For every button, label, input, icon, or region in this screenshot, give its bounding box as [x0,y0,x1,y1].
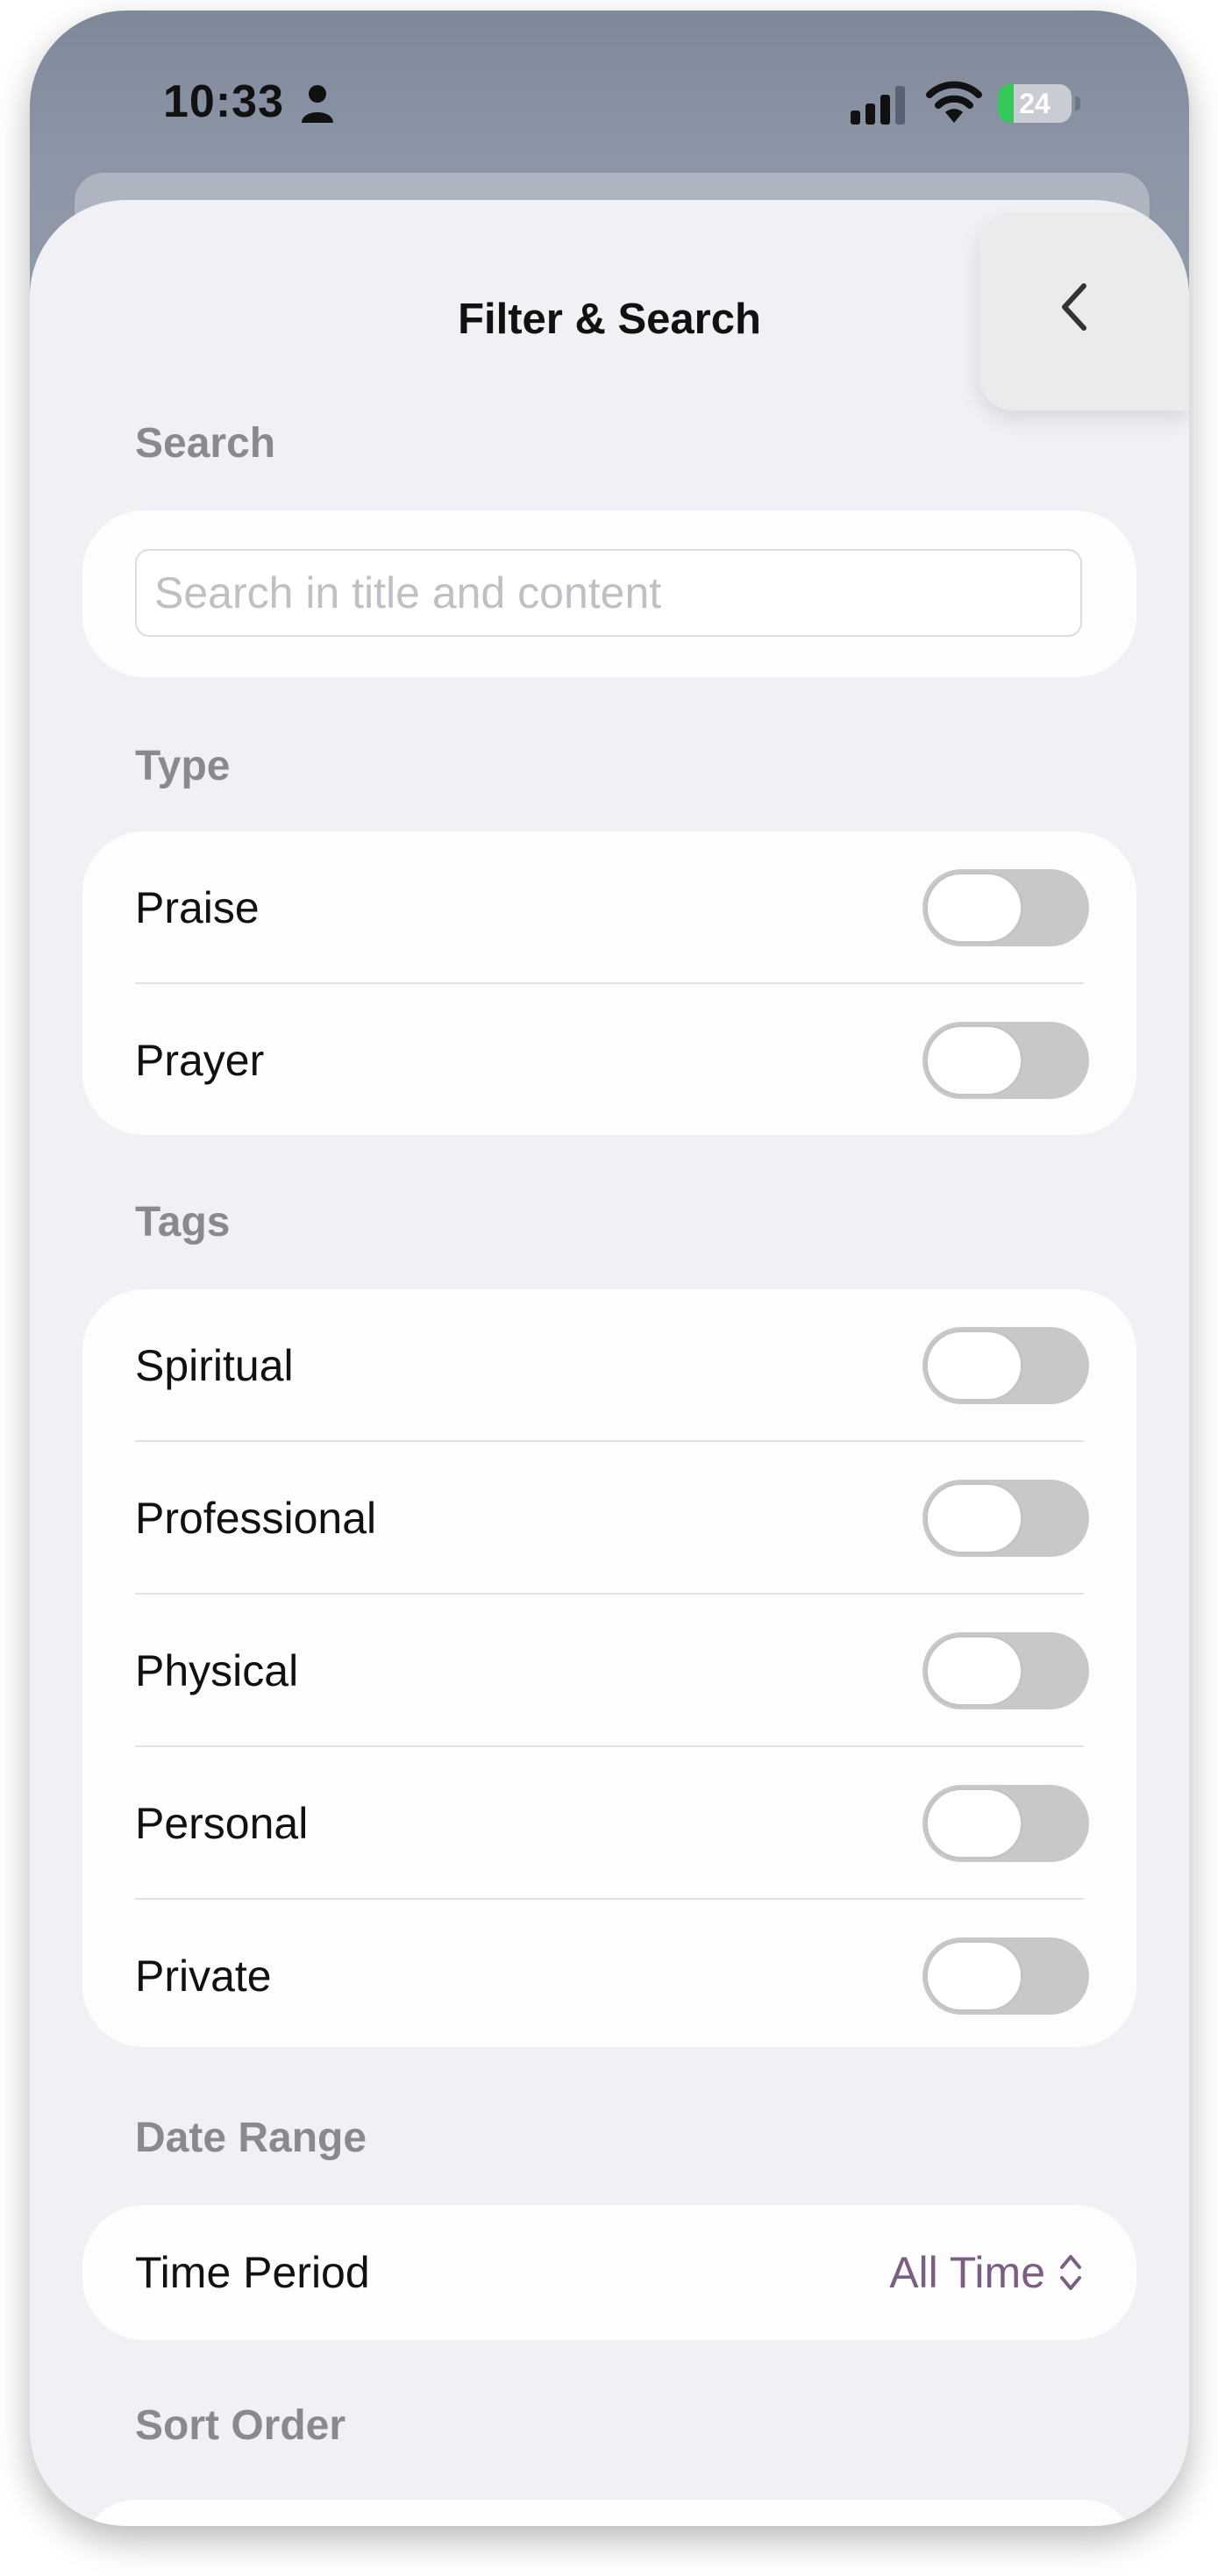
row-label: Professional [135,1494,377,1543]
section-header-tags: Tags [135,1199,231,1245]
row-label: Praise [135,883,260,932]
phone-frame: 10:33 24 Filter & Search Search Search i… [30,11,1189,2526]
tag-row-physical: Physical [135,1595,1136,1747]
type-row-praise: Praise [135,831,1136,984]
toggle-spiritual[interactable] [922,1327,1089,1404]
type-card: Praise Prayer [82,831,1136,1135]
time-period-label: Time Period [135,2248,370,2297]
toggle-physical[interactable] [922,1632,1089,1709]
clock: 10:33 [163,76,284,127]
tags-card: Spiritual Professional Physical Personal… [82,1289,1136,2047]
battery-percentage: 24 [1019,88,1051,119]
toggle-personal[interactable] [922,1785,1089,1862]
toggle-knob [925,1635,1023,1707]
tag-row-private: Private [135,1900,1136,2052]
section-header-search: Search [135,420,276,467]
toggle-praise[interactable] [922,869,1089,946]
time-period-value: All Time [889,2248,1045,2297]
section-header-date-range: Date Range [135,2115,367,2161]
toggle-knob [925,1024,1023,1096]
time-period-picker[interactable]: All Time [889,2205,1084,2340]
toggle-knob [925,1482,1023,1554]
toggle-knob [925,1330,1023,1402]
wifi-icon [926,81,982,123]
section-header-type: Type [135,743,231,789]
battery-icon: 24 [998,84,1072,123]
chevron-up-down-icon [1060,2255,1081,2290]
tag-row-spiritual: Spiritual [135,1289,1136,1442]
filter-sheet: Filter & Search Search Type Praise Praye… [30,200,1189,2526]
tag-row-professional: Professional [135,1442,1136,1595]
date-range-card: Time Period All Time [82,2205,1136,2340]
section-header-sort-order: Sort Order [135,2402,346,2449]
search-input[interactable] [135,549,1082,637]
toggle-prayer[interactable] [922,1022,1089,1099]
status-bar: 10:33 24 [30,11,1189,177]
battery-cap [1075,96,1080,111]
type-row-prayer: Prayer [135,984,1136,1137]
tag-row-personal: Personal [135,1747,1136,1900]
person-icon [302,85,333,123]
row-label: Prayer [135,1036,265,1085]
search-card [82,510,1136,677]
row-label: Spiritual [135,1341,294,1390]
toggle-knob [925,872,1023,944]
toggle-knob [925,1940,1023,2012]
row-label: Physical [135,1646,299,1695]
toggle-knob [925,1788,1023,1859]
row-label: Personal [135,1799,309,1848]
toggle-private[interactable] [922,1937,1089,2015]
cellular-signal-icon [851,86,905,125]
sheet-title: Filter & Search [458,296,761,343]
sort-order-card [82,2500,1136,2526]
row-label: Private [135,1952,272,2001]
toggle-professional[interactable] [922,1480,1089,1557]
